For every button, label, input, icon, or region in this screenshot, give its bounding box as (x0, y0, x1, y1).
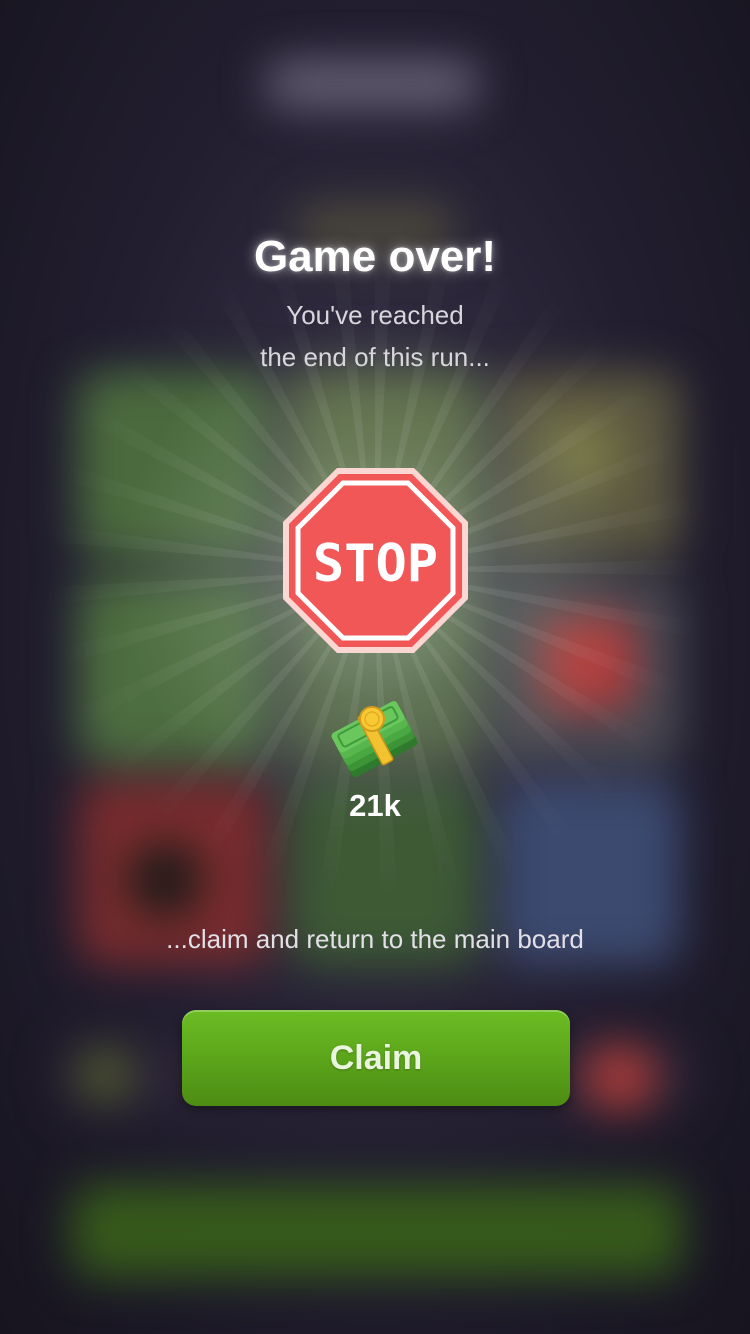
stop-sign-text: STOP (313, 534, 438, 594)
dialog-title: Game over! (253, 232, 497, 281)
reward-amount: 21k (349, 788, 401, 823)
dialog-subtitle-line-1: You've reached (286, 300, 464, 330)
claim-button[interactable]: Claim (182, 1010, 570, 1106)
stop-sign-icon: STOP (283, 468, 468, 653)
money-stack-icon (331, 701, 418, 778)
blurred-button (72, 1185, 682, 1277)
claim-instruction: ...claim and return to the main board (166, 924, 584, 954)
dialog-subtitle-line-2: the end of this run... (260, 342, 490, 372)
blurred-header (265, 62, 480, 106)
blurred-red-token (585, 1045, 655, 1110)
blurred-coin (80, 1050, 130, 1100)
